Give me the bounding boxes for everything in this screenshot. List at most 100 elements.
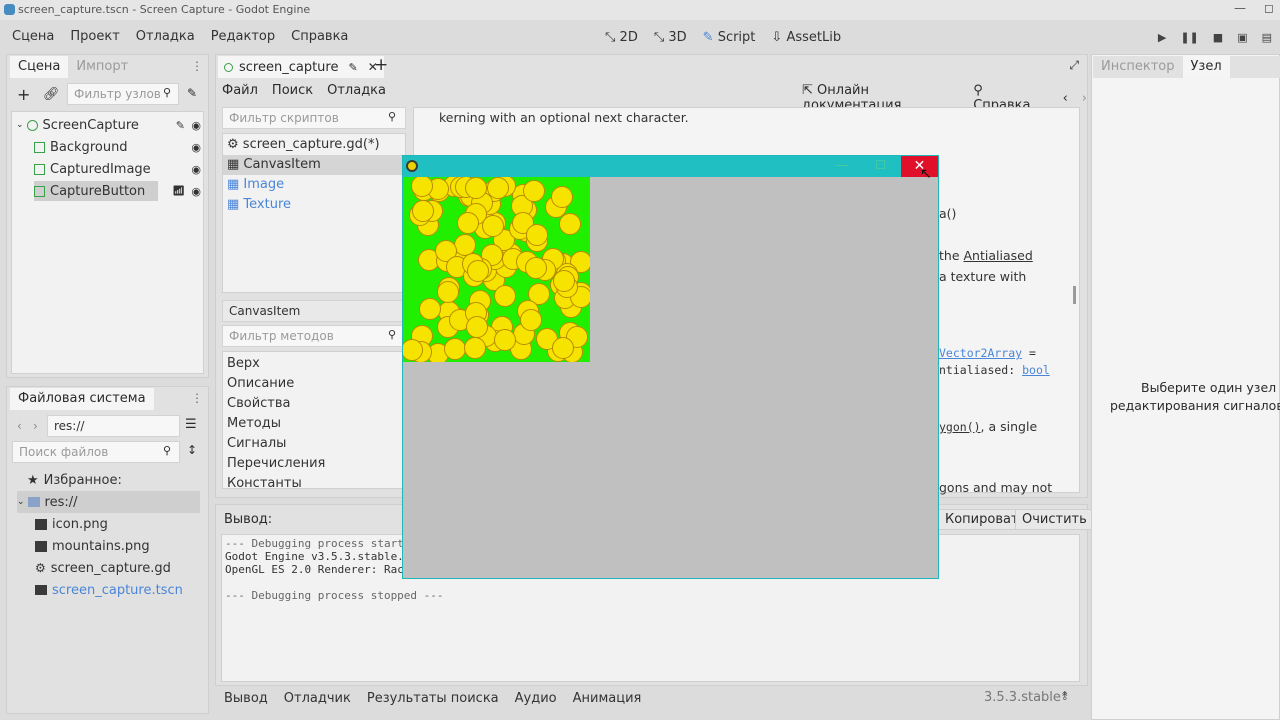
visibility-eye-icon[interactable]: ◉ — [191, 185, 201, 198]
tab-import[interactable]: Импорт — [68, 56, 136, 78]
tab-node[interactable]: Узел — [1182, 56, 1230, 78]
bottom-tab-animation[interactable]: Анимация — [573, 691, 642, 706]
maximize-icon[interactable]: ☐ — [875, 158, 886, 172]
doc-link[interactable]: bool — [1022, 363, 1050, 377]
menu-scene[interactable]: Сцена — [4, 22, 62, 52]
workspace-2d[interactable]: ⤡ 2D — [605, 30, 638, 45]
script-menu-debug[interactable]: Отладка — [327, 83, 386, 98]
stop-icon[interactable]: ■ — [1213, 31, 1223, 44]
method-list-item[interactable]: Свойства — [223, 394, 291, 414]
visibility-eye-icon[interactable]: ◉ — [191, 141, 201, 154]
menu-editor[interactable]: Редактор — [203, 22, 283, 52]
doc-link[interactable]: Vector2Array — [939, 346, 1022, 360]
workspace-assetlib[interactable]: ⇩ AssetLib — [771, 30, 841, 45]
file-row[interactable]: ⚙ screen_capture.gd — [35, 557, 171, 579]
file-row[interactable]: mountains.png — [35, 535, 150, 557]
smiley-sprite — [493, 328, 516, 351]
script-attach-icon[interactable]: ✎ — [187, 86, 197, 100]
filesystem-title: Файловая система — [10, 388, 154, 410]
doc-link[interactable]: Antialiased — [964, 248, 1033, 263]
forward-icon[interactable]: › — [33, 419, 38, 433]
method-list-item[interactable]: Методы — [223, 414, 281, 434]
favorites-row[interactable]: ★ Избранное: — [27, 469, 122, 491]
method-list-item[interactable]: Сигналы — [223, 434, 286, 454]
script-list-item[interactable]: ⚙ screen_capture.gd(*) — [223, 135, 405, 155]
bottom-tab-debugger[interactable]: Отладчик — [284, 691, 351, 706]
menu-help[interactable]: Справка — [283, 22, 356, 52]
add-node-icon[interactable]: + — [17, 85, 30, 104]
search-icon: ⚲ — [163, 444, 172, 457]
script-menu-file[interactable]: Файл — [222, 83, 258, 98]
tree-node-background[interactable]: Background ◉ — [34, 136, 201, 158]
file-search-input[interactable]: Поиск файлов — [12, 441, 180, 463]
file-row[interactable]: icon.png — [35, 513, 108, 535]
script-list-item[interactable]: ▦ Texture — [223, 195, 405, 215]
back-icon[interactable]: ‹ — [17, 419, 22, 433]
smiley-sprite — [481, 214, 504, 237]
visibility-eye-icon[interactable]: ◉ — [191, 119, 201, 132]
file-label: mountains.png — [52, 538, 150, 554]
script-list-item[interactable]: ▦ CanvasItem — [223, 155, 405, 175]
workspace-script[interactable]: ✎ Script — [703, 30, 756, 45]
tab-inspector[interactable]: Инспектор — [1093, 56, 1183, 78]
dock-menu-icon[interactable]: ⋮ — [191, 59, 203, 73]
minimize-icon[interactable]: — — [1234, 1, 1246, 15]
window-titlebar: screen_capture.tscn - Screen Capture - G… — [0, 0, 1280, 20]
new-tab-icon[interactable]: + — [374, 55, 388, 75]
collapse-arrow-icon[interactable]: ⌄ — [17, 497, 25, 507]
sort-icon[interactable]: ↕ — [187, 443, 197, 457]
version-label: 3.5.3.stable — [984, 690, 1061, 705]
menu-project[interactable]: Проект — [62, 22, 127, 52]
menu-debug[interactable]: Отладка — [128, 22, 203, 52]
tree-node-screencapture[interactable]: ⌄ ScreenCapture ✎ ◉ — [16, 114, 201, 136]
play-scene-icon[interactable]: ▣ — [1237, 31, 1247, 44]
link-icon[interactable]: 🔗︎ — [43, 87, 60, 102]
script-list-label: screen_capture.gd(*) — [242, 137, 380, 152]
scene-tab-icon — [224, 62, 233, 72]
visibility-eye-icon[interactable]: ◉ — [191, 163, 201, 176]
smiley-sprite — [494, 285, 517, 308]
path-input[interactable]: res:// — [47, 415, 180, 437]
doc-link[interactable]: ygon() — [939, 420, 981, 434]
play-icon[interactable]: ▶ — [1158, 31, 1166, 44]
window-title: screen_capture.tscn - Screen Capture - G… — [18, 3, 311, 16]
pause-icon[interactable]: ❚❚ — [1180, 31, 1198, 44]
workspace-3d[interactable]: ⤡ 3D — [654, 30, 687, 45]
collapse-arrow-icon[interactable]: ⌄ — [16, 120, 24, 130]
script-icon[interactable]: ✎ — [176, 119, 185, 132]
method-filter-input[interactable]: Фильтр методов — [222, 325, 406, 347]
play-custom-scene-icon[interactable]: ▤ — [1262, 31, 1272, 44]
res-root-row[interactable]: ⌄ res:// — [17, 491, 200, 513]
fullscreen-icon[interactable]: ⤢ — [1069, 58, 1079, 73]
script-list-item[interactable]: ▦ Image — [223, 175, 405, 195]
tree-node-capturebutton[interactable]: CaptureButton 📶︎ ◉ — [34, 180, 201, 202]
bottom-tab-output[interactable]: Вывод — [224, 691, 268, 706]
split-mode-icon[interactable]: ☰ — [185, 417, 197, 432]
minimize-icon[interactable]: — — [836, 158, 848, 172]
pin-panel-icon[interactable]: ⥉ — [1062, 689, 1068, 704]
method-list-item[interactable]: Константы — [223, 474, 302, 488]
script-tab[interactable]: screen_capture ✎ ✕ — [218, 56, 384, 78]
bottom-tab-audio[interactable]: Аудио — [515, 691, 557, 706]
signal-icon[interactable]: 📶︎ — [172, 186, 185, 197]
file-row[interactable]: screen_capture.tscn — [35, 579, 183, 601]
history-forward-icon[interactable]: › — [1082, 91, 1087, 106]
dock-menu-icon[interactable]: ⋮ — [191, 391, 203, 405]
method-list-item[interactable]: Перечисления — [223, 454, 325, 474]
clear-button[interactable]: Очистить — [1015, 509, 1094, 530]
method-list-item[interactable]: Описание — [223, 374, 294, 394]
script-menu-search[interactable]: Поиск — [272, 83, 313, 98]
smiley-sprite — [523, 180, 546, 203]
history-back-icon[interactable]: ‹ — [1063, 91, 1068, 106]
game-window-titlebar[interactable]: — ☐ ✕ — [403, 156, 938, 177]
script-filter-input[interactable]: Фильтр скриптов — [222, 107, 406, 129]
inspector-tabs: Инспектор Узел — [1093, 56, 1280, 78]
node-label: CapturedImage — [50, 161, 151, 177]
tab-scene[interactable]: Сцена — [10, 56, 69, 78]
folder-icon — [27, 497, 40, 507]
bottom-tab-search-results[interactable]: Результаты поиска — [367, 691, 499, 706]
tree-node-capturedimage[interactable]: CapturedImage ◉ — [34, 158, 201, 180]
doc-scrollbar[interactable] — [1073, 286, 1076, 304]
method-list-item[interactable]: Верх — [223, 354, 260, 374]
close-window-icon[interactable]: ◻ — [1264, 1, 1274, 15]
